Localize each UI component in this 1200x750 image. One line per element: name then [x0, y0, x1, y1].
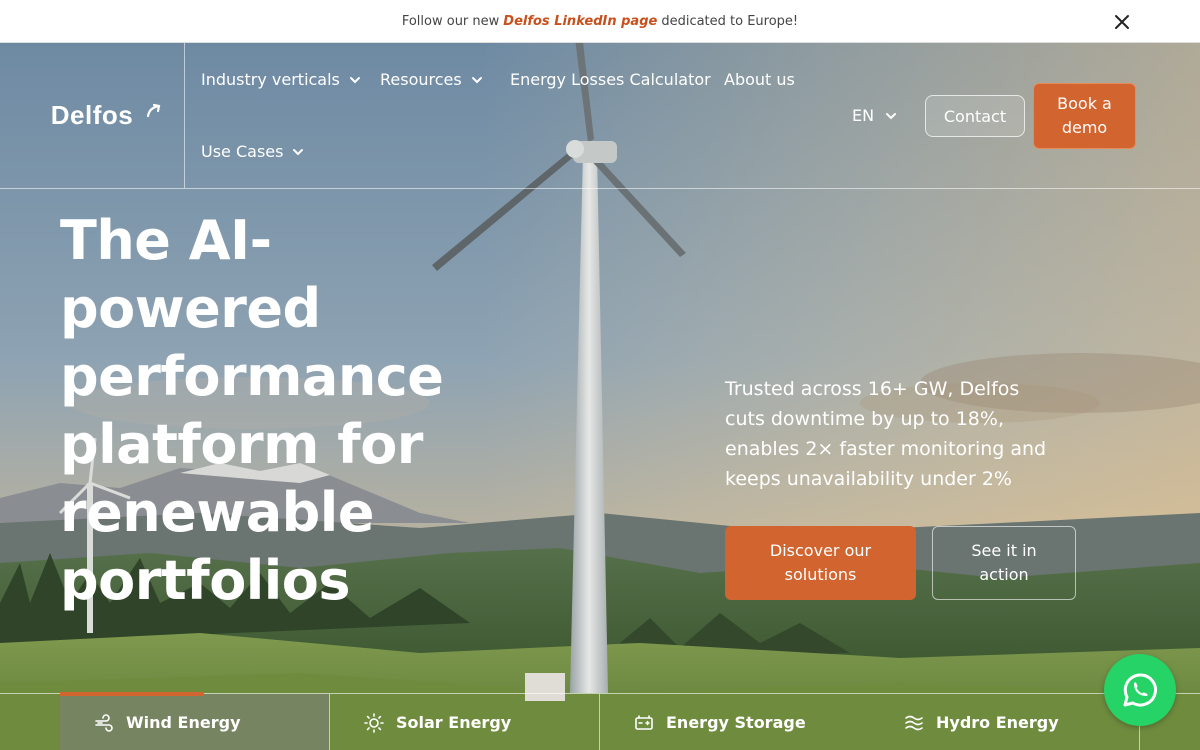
main-navigation: Delfos Industry verticals Resources Ener… [0, 43, 1200, 189]
nav-resources[interactable]: Resources [380, 70, 484, 89]
whatsapp-icon [1123, 673, 1157, 707]
announcement-suffix: dedicated to Europe! [661, 13, 799, 29]
nav-energy-losses-calculator-label: Energy Losses Calculator [510, 70, 711, 89]
tab-hydro-energy[interactable]: Hydro Energy [870, 694, 1139, 750]
nav-about-us[interactable]: About us [724, 70, 795, 89]
chevron-down-icon [349, 76, 360, 83]
nav-use-cases[interactable]: Use Cases [201, 142, 305, 161]
sun-icon [364, 712, 384, 733]
delfos-logo[interactable]: Delfos [51, 100, 133, 131]
nav-industry-verticals[interactable]: Industry verticals [201, 70, 362, 89]
nav-use-cases-label: Use Cases [201, 142, 284, 161]
active-tab-indicator [60, 692, 204, 696]
logo-container[interactable]: Delfos [0, 43, 185, 188]
battery-icon [635, 714, 653, 730]
announcement-bar: Follow our new Delfos LinkedIn page dedi… [0, 0, 1200, 43]
tab-solar-energy[interactable]: Solar Energy [330, 694, 599, 750]
nav-industry-verticals-label: Industry verticals [201, 70, 340, 89]
contact-button[interactable]: Contact [925, 95, 1025, 137]
tab-wind-energy[interactable]: Wind Energy [60, 692, 329, 750]
energy-tabs: Wind Energy Solar Energy Energy Storage … [0, 692, 1200, 750]
tab-wind-energy-label: Wind Energy [126, 713, 241, 732]
announcement-link[interactable]: Delfos LinkedIn page [503, 14, 657, 29]
waves-icon [905, 715, 923, 730]
nav-resources-label: Resources [380, 70, 462, 89]
nav-about-us-label: About us [724, 70, 795, 89]
see-in-action-button[interactable]: See it in action [932, 526, 1076, 600]
hero-headline: The AI-powered performance platform for … [60, 209, 444, 612]
tab-energy-storage-label: Energy Storage [666, 713, 806, 732]
book-demo-button[interactable]: Book a demo [1033, 83, 1136, 149]
discover-solutions-button[interactable]: Discover our solutions [725, 526, 916, 600]
hero-subtext: Trusted across 16+ GW, Delfos cuts downt… [725, 378, 1047, 490]
wind-icon [95, 713, 113, 732]
logo-arrow-icon [146, 103, 161, 118]
chevron-down-icon [886, 112, 897, 119]
language-selector[interactable]: EN [852, 106, 898, 125]
whatsapp-chat-button[interactable] [1104, 654, 1176, 726]
chevron-down-icon [293, 148, 304, 155]
chevron-down-icon [471, 76, 482, 83]
tab-energy-storage[interactable]: Energy Storage [600, 694, 869, 750]
close-icon[interactable] [1110, 10, 1134, 34]
nav-energy-losses-calculator[interactable]: Energy Losses Calculator [510, 70, 711, 89]
tab-hydro-energy-label: Hydro Energy [936, 713, 1059, 732]
announcement-prefix: Follow our new [401, 13, 500, 29]
tab-solar-energy-label: Solar Energy [396, 713, 512, 732]
language-label: EN [852, 106, 875, 125]
